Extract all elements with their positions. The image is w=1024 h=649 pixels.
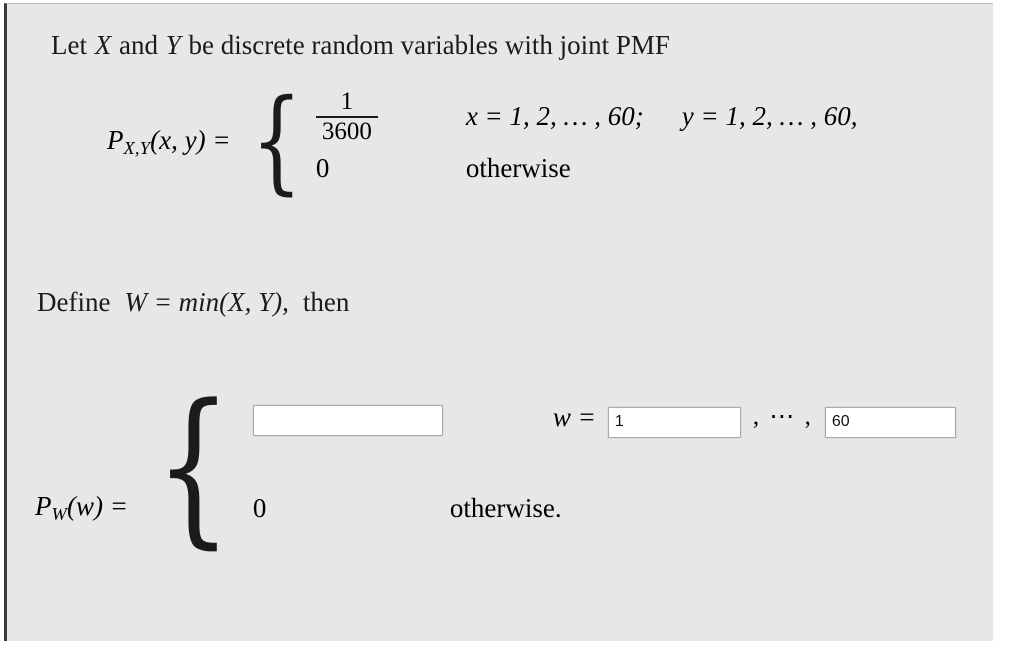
fraction-denominator: 3600	[321, 118, 372, 145]
problem-stage: Let X and Y be discrete random variables…	[7, 4, 996, 642]
answer-pmf-case-2: 0 otherwise.	[253, 464, 956, 552]
define-then: then	[302, 287, 350, 317]
problem-panel: Let X and Y be discrete random variables…	[4, 3, 993, 641]
joint-pmf-subscript: X,Y	[123, 138, 151, 159]
answer-pmf-case-2-value: 0	[252, 492, 267, 523]
define-label: Define	[37, 287, 111, 317]
intro-statement: Let X and Y be discrete random variables…	[51, 30, 670, 61]
joint-pmf-equation: PX,Y(x, y) = { 1 3600 x = 1, 2, … , 60; y…	[107, 76, 858, 207]
joint-pmf-case-1: 1 3600 x = 1, 2, … , 60; y = 1, 2, … , 60…	[315, 88, 858, 145]
answer-pmf-cases: w = , ⋯ , 0 otherwise.	[251, 376, 957, 552]
joint-pmf-case-2-value: 0	[315, 152, 330, 183]
left-brace-icon-answer: {	[154, 367, 232, 564]
answer-pmf-case-1: w = , ⋯ ,	[251, 376, 957, 464]
condition-x-range: x = 1, 2, … , 60;	[465, 100, 644, 131]
w-upper-bound-input[interactable]	[823, 405, 957, 439]
answer-pmf-case-1-condition: w = , ⋯ ,	[552, 402, 957, 439]
intro-mid: and	[112, 30, 165, 60]
joint-pmf-symbol: P	[107, 124, 124, 155]
answer-pmf-equation: PW(w) = { w = , ⋯ , 0 otherwise.	[35, 367, 957, 564]
left-brace-icon: {	[250, 76, 302, 207]
random-variable-x: X	[94, 30, 112, 60]
intro-suffix: be discrete random variables with joint …	[181, 30, 670, 60]
joint-pmf-case-2: 0 otherwise	[316, 142, 858, 194]
pmf-expression-input[interactable]	[251, 403, 444, 437]
w-lower-bound-input[interactable]	[606, 405, 742, 439]
answer-pmf-lhs: PW(w) =	[35, 491, 130, 525]
define-equation: W = min(X, Y),	[124, 287, 289, 317]
joint-pmf-case-1-value: 1 3600	[315, 88, 466, 145]
condition-y-range: y = 1, 2, … , 60,	[681, 100, 858, 131]
intro-prefix: Let	[51, 30, 94, 60]
joint-pmf-arguments: (x, y) =	[150, 124, 231, 155]
joint-pmf-case-1-condition: x = 1, 2, … , 60; y = 1, 2, … , 60,	[466, 101, 858, 132]
answer-pmf-subscript: W	[51, 504, 67, 525]
joint-pmf-cases: 1 3600 x = 1, 2, … , 60; y = 1, 2, … , 60…	[315, 88, 858, 194]
answer-pmf-arguments: (w) =	[67, 490, 128, 521]
answer-pmf-case-1-value	[251, 403, 553, 437]
joint-pmf-case-2-condition: otherwise	[465, 152, 571, 183]
fraction: 1 3600	[315, 88, 378, 145]
random-variable-y: Y	[165, 30, 181, 60]
joint-pmf-lhs: PX,Y(x, y) =	[107, 125, 235, 159]
define-statement: Define W = min(X, Y), then	[37, 287, 349, 318]
answer-pmf-symbol: P	[35, 490, 52, 521]
range-separator: , ⋯ ,	[752, 403, 813, 431]
answer-pmf-case-2-condition: otherwise.	[449, 492, 562, 523]
fraction-numerator: 1	[340, 88, 354, 115]
w-equals-label: w =	[552, 402, 596, 433]
